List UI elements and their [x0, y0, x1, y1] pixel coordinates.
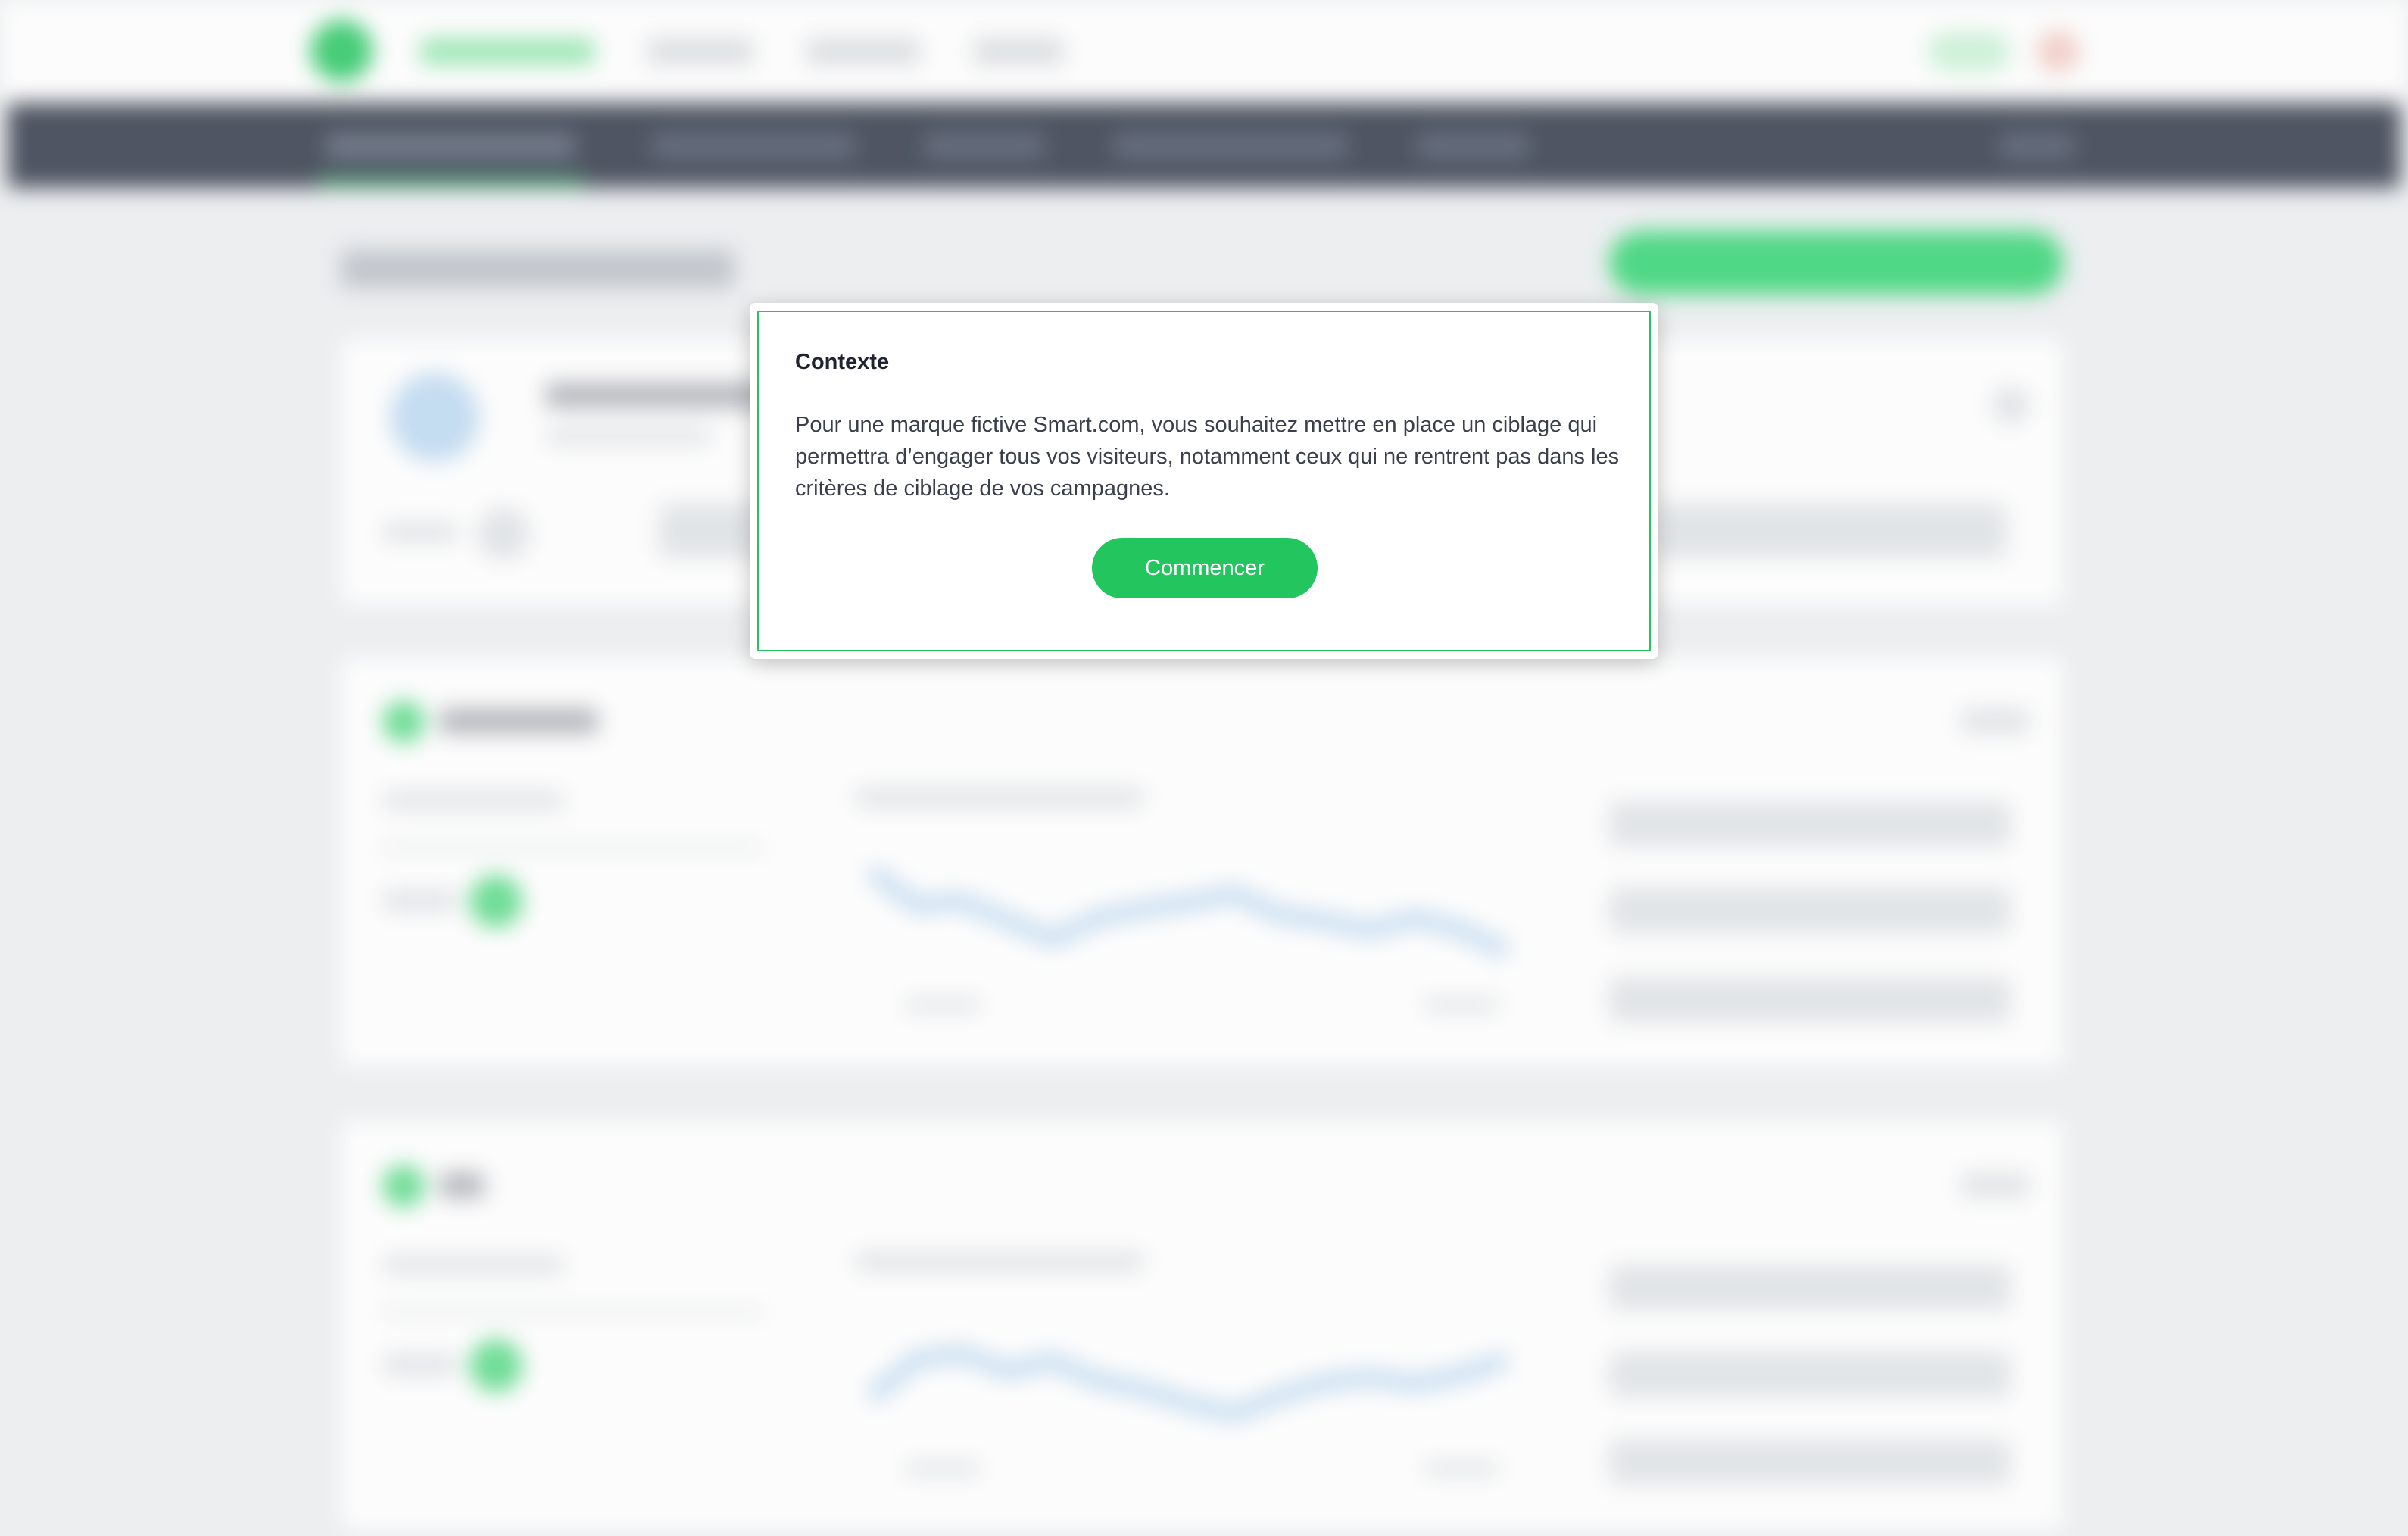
context-dialog: Contexte Pour une marque fictive Smart.c…: [750, 303, 1658, 659]
dialog-message: Pour une marque fictive Smart.com, vous …: [795, 413, 1620, 501]
start-button[interactable]: Commencer: [1092, 538, 1318, 598]
dialog-title: Contexte: [795, 350, 890, 374]
modal-backdrop[interactable]: [0, 0, 2408, 1536]
